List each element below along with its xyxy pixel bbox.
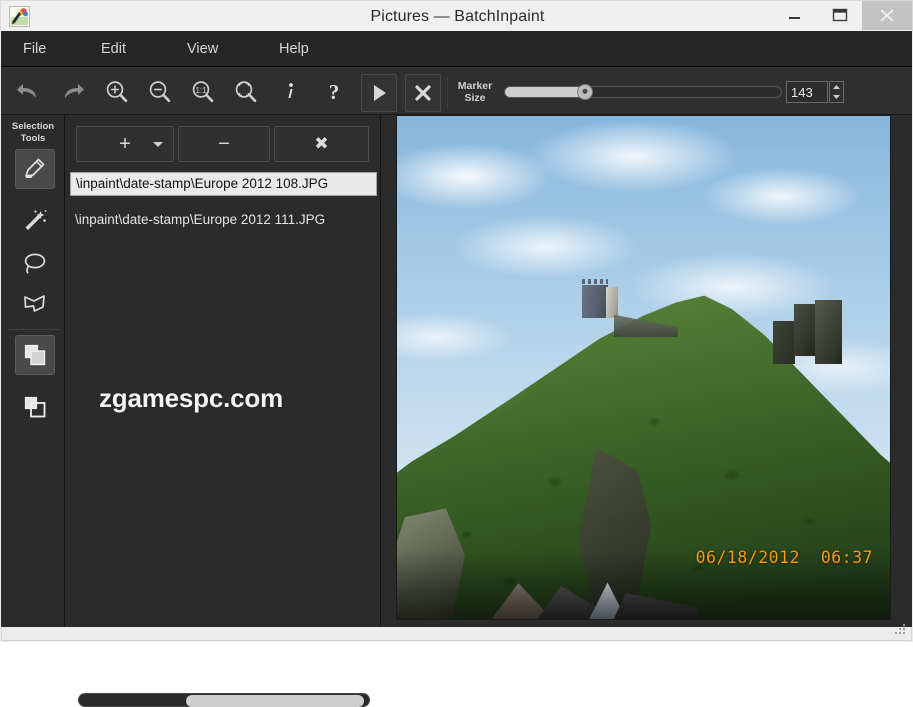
resize-grip-icon[interactable] — [894, 624, 907, 637]
run-button[interactable] — [361, 74, 397, 112]
info-button[interactable] — [273, 74, 309, 110]
menu-help[interactable]: Help — [273, 31, 315, 67]
date-stamp-overlay: 06/18/2012 06:37 — [695, 548, 873, 567]
main-body: Selection Tools + − ✖ \inpaint\date-stam… — [1, 115, 912, 707]
marker-tool[interactable] — [15, 149, 55, 189]
close-icon[interactable] — [862, 1, 912, 30]
redo-arrow-icon — [65, 84, 84, 98]
info-i-icon — [288, 83, 293, 98]
marker-size-stepper[interactable] — [829, 81, 844, 103]
list-item[interactable]: \inpaint\date-stamp\Europe 2012 111.JPG — [70, 208, 377, 232]
redo-button[interactable] — [54, 74, 90, 110]
menu-view[interactable]: View — [181, 31, 224, 67]
clear-list-button[interactable]: ✖ — [274, 126, 369, 162]
polygon-lasso-tool[interactable] — [15, 285, 55, 325]
outline-layers-tool[interactable] — [15, 387, 55, 427]
magic-wand-tool[interactable] — [15, 201, 55, 241]
horizontal-scrollbar[interactable] — [78, 693, 370, 707]
chevron-down-icon[interactable] — [153, 142, 163, 147]
zoom-in-button[interactable] — [99, 74, 135, 110]
zoom-actual-button[interactable]: 1:1 — [185, 74, 221, 110]
slider-fill — [505, 87, 583, 97]
ruin-wall-right — [815, 299, 842, 365]
minus-icon: − — [218, 133, 230, 155]
marker-size-label-line1: Marker — [457, 80, 493, 92]
selection-tools-title: Selection Tools — [1, 121, 65, 145]
svg-text:1:1: 1:1 — [195, 86, 207, 95]
castle-ruin-right — [772, 299, 851, 370]
marker-pen-icon — [25, 158, 45, 178]
filled-layers-tool[interactable] — [15, 335, 55, 375]
marker-size-input[interactable]: 143 — [786, 81, 828, 103]
image-canvas-area[interactable]: 06/18/2012 06:37 — [382, 115, 912, 627]
zoom-fit-button[interactable] — [228, 74, 264, 110]
marker-size-label-line2: Size — [464, 92, 486, 104]
cross-x-icon — [415, 85, 431, 101]
play-triangle-icon — [374, 85, 386, 101]
outline-layers-icon — [24, 396, 46, 418]
magic-wand-icon — [25, 210, 47, 230]
help-button[interactable]: ? — [316, 74, 352, 110]
batchinpaint-window: Pictures — BatchInpaint File Edit View H… — [0, 0, 913, 707]
magnifier-one-to-one-icon: 1:1 — [192, 81, 214, 103]
watermark-text: zgamespc.com — [99, 383, 284, 413]
selection-tools-rail: Selection Tools — [1, 115, 65, 627]
maximize-icon[interactable] — [817, 1, 862, 30]
polygon-lasso-icon — [24, 295, 45, 312]
plus-icon: + — [119, 133, 131, 155]
scrollbar-thumb[interactable] — [186, 695, 364, 707]
stepper-up-icon[interactable] — [830, 82, 843, 92]
castle-tower — [581, 284, 608, 318]
remove-file-button[interactable]: − — [178, 126, 270, 162]
menu-bar: File Edit View Help — [1, 31, 912, 67]
question-mark-icon: ? — [329, 80, 340, 104]
undo-button[interactable] — [11, 74, 47, 110]
castle-keep — [606, 287, 618, 319]
file-list[interactable]: \inpaint\date-stamp\Europe 2012 108.JPG … — [70, 172, 377, 582]
undo-arrow-icon — [17, 84, 36, 98]
magnifier-fit-icon — [235, 81, 257, 103]
toolbar-separator — [447, 76, 448, 108]
menu-file[interactable]: File — [17, 31, 52, 67]
filled-layers-icon — [24, 344, 46, 366]
menu-edit[interactable]: Edit — [95, 31, 132, 67]
magnifier-minus-icon — [149, 81, 171, 103]
stepper-down-icon[interactable] — [830, 92, 843, 102]
file-list-panel: + − ✖ \inpaint\date-stamp\Europe 2012 10… — [66, 115, 381, 707]
lasso-tool[interactable] — [15, 243, 55, 283]
rail-divider — [9, 329, 59, 330]
marker-size-slider[interactable] — [504, 84, 782, 100]
list-item[interactable]: \inpaint\date-stamp\Europe 2012 108.JPG — [70, 172, 377, 196]
stop-button[interactable] — [405, 74, 441, 112]
status-bar — [1, 624, 912, 641]
lasso-loop-icon — [24, 253, 46, 274]
minimize-icon[interactable] — [772, 1, 817, 30]
selection-tools-title-line2: Tools — [20, 133, 46, 144]
selection-tools-title-line1: Selection — [11, 121, 55, 132]
zoom-out-button[interactable] — [142, 74, 178, 110]
slider-thumb[interactable] — [577, 84, 593, 100]
title-bar: Pictures — BatchInpaint — [0, 0, 913, 31]
magnifier-plus-icon — [106, 81, 128, 103]
image-preview[interactable]: 06/18/2012 06:37 — [396, 115, 891, 620]
ruin-wall-left — [773, 320, 796, 365]
svg-text:?: ? — [329, 80, 340, 104]
marker-size-label: Marker Size — [452, 80, 498, 104]
cross-x-icon: ✖ — [314, 134, 329, 153]
ruin-wall-middle — [793, 303, 818, 356]
add-files-button[interactable]: + — [76, 126, 174, 162]
